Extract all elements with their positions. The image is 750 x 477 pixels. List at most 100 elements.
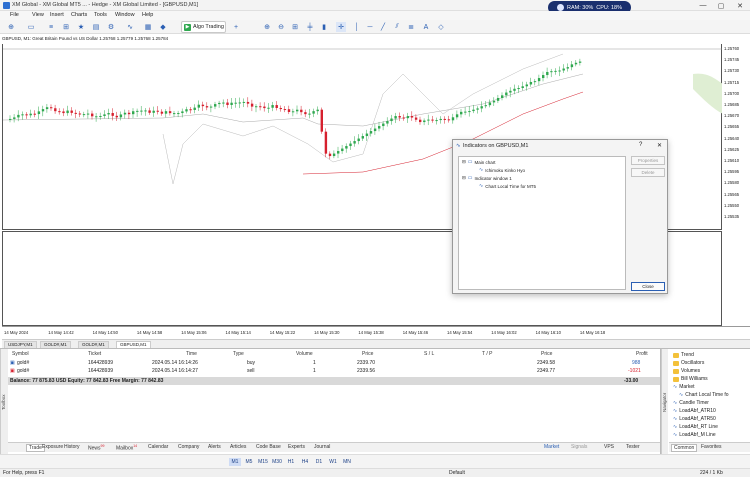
tab-mailbox[interactable]: Mailbox14 bbox=[116, 444, 137, 452]
menu-view[interactable]: View bbox=[32, 12, 44, 18]
tree-chart-local-time[interactable]: ∿ Chart Local Time for MT5 bbox=[479, 183, 536, 189]
col-current-price[interactable]: Price bbox=[541, 351, 552, 357]
tab-exposure[interactable]: Exposure bbox=[42, 444, 63, 450]
tester-button[interactable]: Tester bbox=[626, 444, 640, 450]
nav-item-chart-local-time[interactable]: ∿ Chart Local Time fo bbox=[679, 392, 729, 398]
shapes-icon[interactable]: ◇ bbox=[436, 22, 446, 32]
tab-favorites[interactable]: Favorites bbox=[701, 444, 722, 450]
nav-item-volumes[interactable]: Volumes bbox=[673, 368, 700, 374]
nav-item-atr10[interactable]: ∿ LoadAbf_ATR10 bbox=[673, 408, 716, 414]
price-label: 1.25580 bbox=[724, 180, 740, 186]
indicator-tree[interactable]: ⊟ ▭ Main chart ∿ Ichimoku Kinko Hyo ⊟ ▭ Indic… bbox=[458, 156, 626, 290]
col-profit[interactable]: Profit bbox=[636, 351, 648, 357]
navigator-icon[interactable]: ★ bbox=[76, 22, 86, 32]
candle bbox=[291, 111, 295, 113]
menu-tools[interactable]: Tools bbox=[94, 12, 107, 18]
tf-m15[interactable]: M15 bbox=[257, 458, 269, 466]
tf-m5[interactable]: M5 bbox=[243, 458, 255, 466]
data-window-icon[interactable]: ⊞ bbox=[61, 22, 71, 32]
col-price[interactable]: Price bbox=[362, 351, 373, 357]
help-button[interactable]: ? bbox=[639, 142, 642, 148]
bar-chart-icon[interactable]: ╪ bbox=[305, 22, 315, 32]
nav-item-atr50[interactable]: ∿ LoadAbf_ATR50 bbox=[673, 416, 716, 422]
zoom-out-icon[interactable]: ⊖ bbox=[276, 22, 286, 32]
menu-insert[interactable]: Insert bbox=[50, 12, 64, 18]
tf-d1[interactable]: D1 bbox=[313, 458, 325, 466]
nav-item-bill-williams[interactable]: Bill Williams bbox=[673, 376, 708, 382]
tree-ichimoku[interactable]: ∿ Ichimoku Kinko Hyo bbox=[479, 167, 525, 173]
tab-articles[interactable]: Articles bbox=[230, 444, 246, 450]
tf-w1[interactable]: W1 bbox=[327, 458, 339, 466]
col-tp[interactable]: T / P bbox=[482, 351, 492, 357]
candles-icon[interactable]: ▮ bbox=[319, 22, 329, 32]
tab-history[interactable]: History bbox=[64, 444, 80, 450]
algo-trading-button[interactable]: ▶ Algo Trading bbox=[181, 21, 226, 33]
row-type: buy bbox=[247, 360, 256, 366]
col-ticket[interactable]: Ticket bbox=[88, 351, 101, 357]
menu-window[interactable]: Window bbox=[115, 12, 135, 18]
vps-button[interactable]: VPS bbox=[604, 444, 614, 450]
close-button[interactable]: ✕ bbox=[731, 0, 749, 11]
col-volume[interactable]: Volume bbox=[296, 351, 313, 357]
col-sl[interactable]: S / L bbox=[424, 351, 434, 357]
channel-icon[interactable]: ⫽ bbox=[392, 22, 402, 32]
tree-main-chart[interactable]: ⊟ ▭ Main chart bbox=[462, 159, 496, 165]
tile-windows-icon[interactable]: ⊞ bbox=[290, 22, 300, 32]
signals-button[interactable]: Signals bbox=[571, 444, 587, 450]
tab-experts[interactable]: Experts bbox=[288, 444, 305, 450]
nav-item-candle-timer[interactable]: ∿ Candle Timer bbox=[673, 400, 709, 406]
text-icon[interactable]: A bbox=[421, 22, 431, 32]
col-time[interactable]: Time bbox=[186, 351, 197, 357]
trendline-icon[interactable]: ╱ bbox=[378, 22, 388, 32]
vertical-line-icon[interactable]: │ bbox=[352, 22, 362, 32]
tab-company[interactable]: Company bbox=[178, 444, 199, 450]
menu-file[interactable]: File bbox=[10, 12, 19, 18]
tab-calendar[interactable]: Calendar bbox=[148, 444, 168, 450]
profiles-icon[interactable]: ▭ bbox=[26, 22, 36, 32]
menu-charts[interactable]: Charts bbox=[71, 12, 87, 18]
tf-m30[interactable]: M30 bbox=[271, 458, 283, 466]
tf-h1[interactable]: H1 bbox=[285, 458, 297, 466]
tf-h4[interactable]: H4 bbox=[299, 458, 311, 466]
tab-alerts[interactable]: Alerts bbox=[208, 444, 221, 450]
new-chart-icon[interactable]: ⊕ bbox=[6, 22, 16, 32]
horizontal-line-icon[interactable]: ─ bbox=[365, 22, 375, 32]
tab-news[interactable]: News99 bbox=[88, 444, 104, 452]
strategy-tester-icon[interactable]: ⚙ bbox=[106, 22, 116, 32]
tree-indicator-window[interactable]: ⊟ ▭ Indicator window 1 bbox=[462, 175, 512, 181]
indicators-dialog[interactable]: ∿ Indicators on GBPUSD,M1 ? ✕ ⊟ ▭ Main cha… bbox=[452, 139, 668, 294]
tf-m1[interactable]: M1 bbox=[229, 458, 241, 466]
zoom-in-icon[interactable]: ⊕ bbox=[262, 22, 272, 32]
dialog-close-icon[interactable]: ✕ bbox=[657, 142, 662, 149]
nav-item-trend[interactable]: Trend bbox=[673, 352, 694, 358]
col-type[interactable]: Type bbox=[233, 351, 244, 357]
tab-code-base[interactable]: Code Base bbox=[256, 444, 281, 450]
nav-item-m-line[interactable]: ∿ LoadAbf_M Line bbox=[673, 432, 716, 438]
new-order-icon[interactable]: + bbox=[231, 22, 241, 32]
market-button[interactable]: Market bbox=[544, 444, 559, 450]
candle bbox=[250, 103, 254, 107]
tab-journal[interactable]: Journal bbox=[314, 444, 330, 450]
crosshair-icon[interactable]: ✛ bbox=[336, 22, 346, 32]
indicators-icon[interactable]: ∿ bbox=[125, 22, 135, 32]
tab-common[interactable]: Common bbox=[671, 444, 698, 452]
ide-icon[interactable]: ◆ bbox=[158, 22, 168, 32]
delete-button[interactable]: Delete bbox=[631, 168, 665, 177]
candle bbox=[484, 105, 487, 107]
nav-item-oscillators[interactable]: Oscillators bbox=[673, 360, 704, 366]
nav-item-rt-line[interactable]: ∿ LoadAbf_RT Line bbox=[673, 424, 718, 430]
properties-button[interactable]: Properties bbox=[631, 156, 665, 165]
fibonacci-icon[interactable]: ≣ bbox=[406, 22, 416, 32]
candle bbox=[296, 109, 299, 112]
market-watch-icon[interactable]: ≡ bbox=[46, 22, 56, 32]
close-dialog-button[interactable]: Close bbox=[631, 282, 665, 291]
tf-mn[interactable]: MN bbox=[341, 458, 353, 466]
nav-item-market[interactable]: ∿ Market bbox=[673, 384, 694, 390]
terminal-icon[interactable]: ▤ bbox=[91, 22, 101, 32]
maximize-button[interactable]: ▢ bbox=[712, 0, 730, 11]
col-symbol[interactable]: Symbol bbox=[12, 351, 29, 357]
minimize-button[interactable]: — bbox=[694, 0, 712, 11]
toolbox-side-label: Toolbox bbox=[0, 349, 8, 455]
templates-icon[interactable]: ▦ bbox=[143, 22, 153, 32]
menu-help[interactable]: Help bbox=[142, 12, 153, 18]
